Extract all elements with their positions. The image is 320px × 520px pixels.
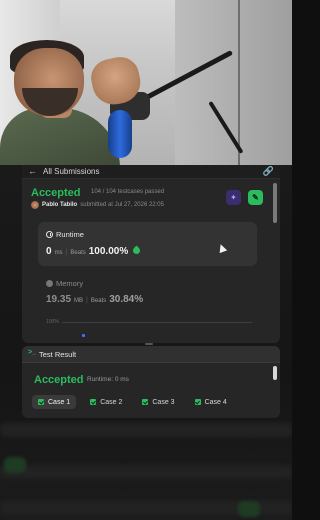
tab-case-4[interactable]: Case 4 [189, 395, 233, 409]
case-label: Case 3 [152, 398, 175, 406]
memory-card[interactable]: Memory 19.35 MB | Beats 30.84% 100% [38, 275, 257, 337]
test-scrollbar[interactable] [273, 366, 277, 380]
chart-tick-label: 100% [46, 319, 59, 325]
check-icon [194, 399, 201, 405]
panel-header: ← All Submissions 🔗 [22, 165, 280, 179]
check-icon [142, 399, 149, 405]
runtime-label: Runtime [56, 230, 84, 239]
memory-value: 19.35 [46, 294, 72, 305]
ai-analyze-button[interactable]: ✦ [226, 190, 241, 205]
memory-beats-label: Beats [90, 298, 107, 304]
test-result-title: Test Result [39, 350, 77, 359]
runtime-unit: ms [54, 250, 63, 256]
runtime-label-row: Runtime [46, 230, 84, 239]
door-frame [238, 0, 240, 165]
submission-panel: ← All Submissions 🔗 Accepted 104 / 104 t… [22, 165, 280, 343]
blurred-row [0, 423, 292, 437]
scrollbar[interactable] [273, 183, 277, 223]
resize-grip-icon [145, 343, 153, 345]
all-submissions-link[interactable]: ← All Submissions [28, 166, 99, 176]
webcam-feed [0, 0, 292, 165]
memory-label: Memory [56, 279, 84, 288]
mouse-cursor-icon [216, 242, 228, 254]
case-tabs: Case 1 Case 2 Case 3 Case 4 [32, 395, 233, 409]
check-icon [38, 399, 44, 405]
leaf-icon [131, 245, 142, 256]
runtime-beats-value: 100.00% [88, 246, 129, 257]
runtime-value: 0 [46, 246, 52, 257]
check-icon [90, 399, 97, 405]
submitted-time: submitted at Jul 27, 2026 22:05 [80, 202, 164, 208]
blurred-row [0, 465, 292, 479]
case-label: Case 2 [100, 398, 123, 406]
avatar[interactable] [31, 201, 39, 209]
memory-value-row: 19.35 MB | Beats 30.84% [46, 294, 143, 305]
tab-case-2[interactable]: Case 2 [84, 395, 128, 409]
case-label: Case 4 [204, 398, 227, 406]
edit-note-button[interactable]: ✎ [248, 190, 263, 205]
test-runtime: Runtime: 0 ms [87, 376, 129, 383]
tab-case-3[interactable]: Case 3 [136, 395, 180, 409]
memory-unit: MB [74, 298, 84, 304]
back-label: All Submissions [43, 166, 100, 176]
screen: ← All Submissions 🔗 Accepted 104 / 104 t… [0, 0, 292, 520]
test-result-header[interactable]: >_ Test Result [22, 346, 280, 363]
runtime-beats-label: Beats [70, 250, 86, 256]
memory-beats-value: 30.84% [109, 294, 144, 305]
test-status: Accepted [34, 374, 84, 386]
note-icon: ✎ [252, 193, 259, 202]
memory-label-row: Memory [46, 279, 83, 288]
testcases-passed: 104 / 104 testcases passed [91, 189, 165, 195]
microphone [108, 110, 132, 158]
chart-bar [82, 334, 85, 337]
separator: | [65, 249, 68, 256]
submitter-line: Pablo Tabilo submitted at Jul 27, 2026 2… [31, 201, 164, 209]
sparkle-icon: ✦ [230, 193, 237, 202]
tab-case-1[interactable]: Case 1 [32, 395, 77, 409]
terminal-icon: >_ [28, 349, 36, 356]
blurred-chip [238, 501, 260, 517]
clock-icon [46, 231, 53, 238]
chart-gridline [62, 322, 252, 323]
runtime-card[interactable]: Runtime 0 ms | Beats 100.00% [38, 222, 257, 266]
runtime-value-row: 0 ms | Beats 100.00% [46, 245, 142, 257]
chip-icon [46, 280, 53, 287]
link-icon[interactable]: 🔗 [263, 166, 274, 177]
user-name[interactable]: Pablo Tabilo [42, 202, 77, 208]
submission-status: Accepted [31, 187, 81, 199]
arrow-left-icon: ← [28, 166, 37, 176]
test-result-panel: >_ Test Result Accepted Runtime: 0 ms Ca… [22, 346, 280, 418]
separator: | [86, 297, 88, 304]
blurred-chip [4, 457, 26, 473]
case-label: Case 1 [48, 398, 71, 406]
